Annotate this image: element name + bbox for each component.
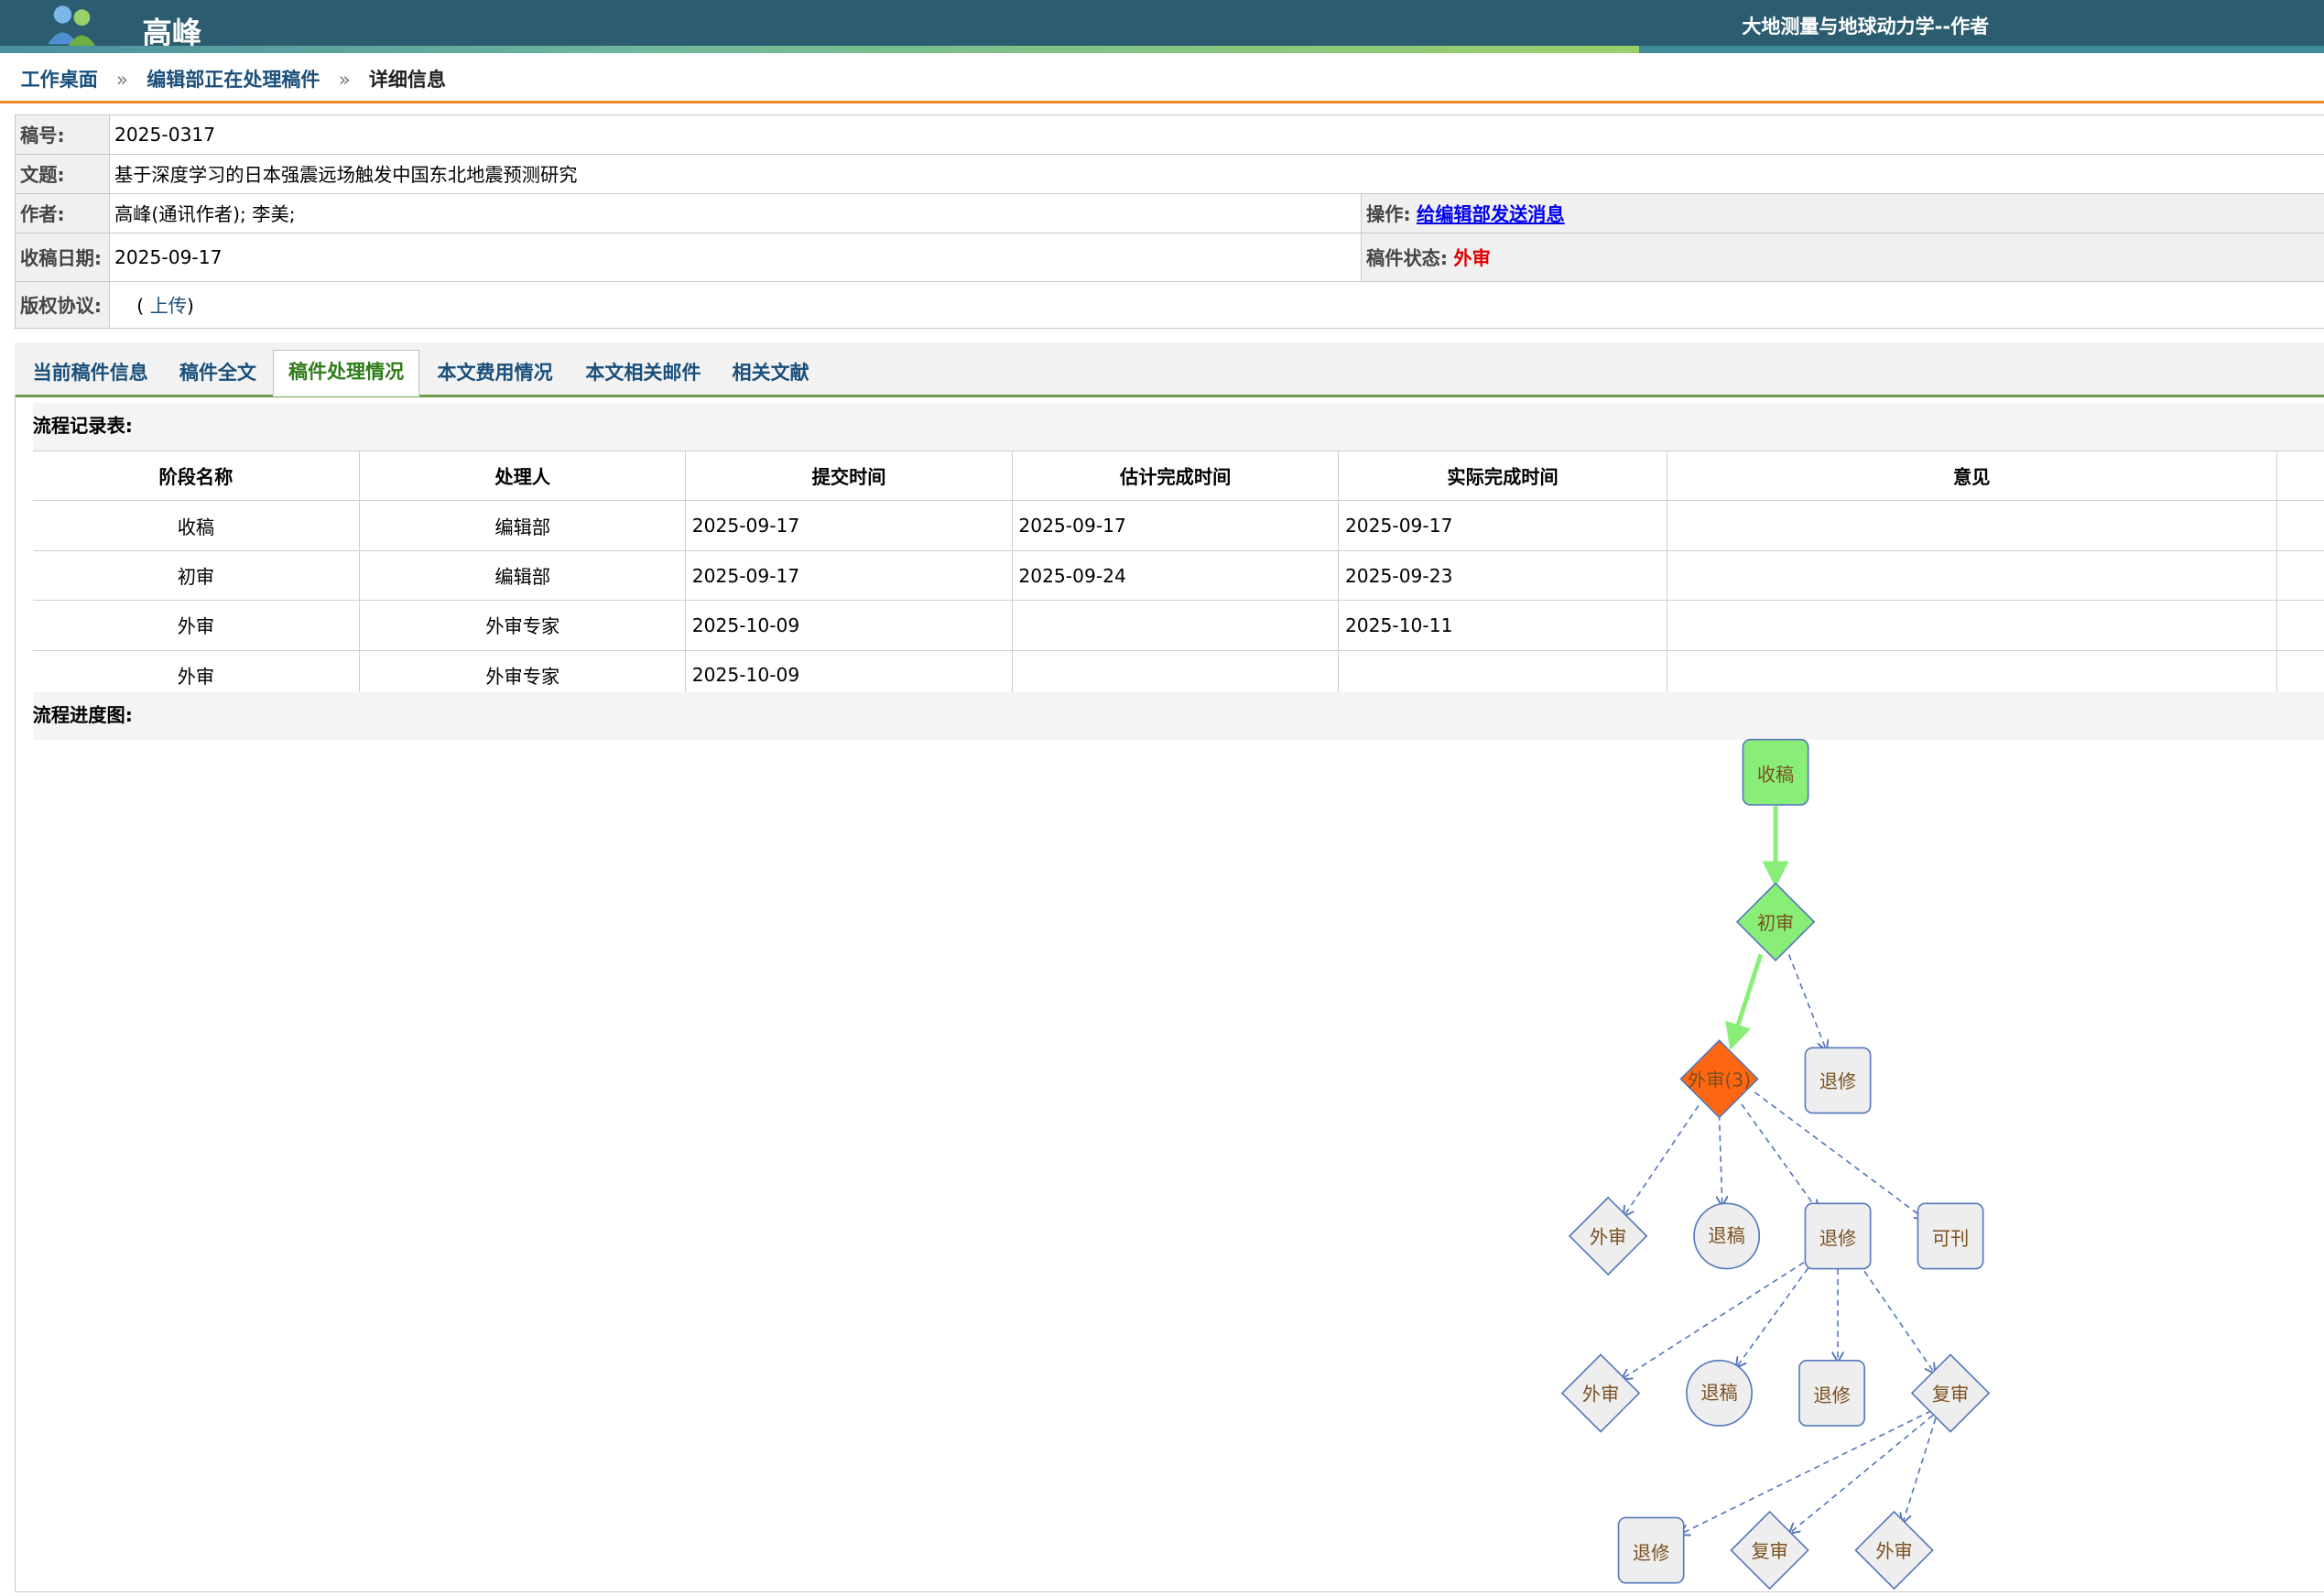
flow-diagram: 收稿 初审 外审(3) 退修 外审 退稿 退修 可刊 外审 退稿 退修 复审 退… xyxy=(1560,738,1991,1591)
node-reject[interactable]: 退稿 xyxy=(1693,1202,1761,1270)
node-label: 初审 xyxy=(1757,912,1794,934)
node-label: 外审 xyxy=(1875,1540,1912,1562)
node-label: 外审(3) xyxy=(1688,1069,1751,1091)
node-label: 收稿 xyxy=(1757,764,1794,786)
page: 高峰 大地测量与地球动力学--作者 工作桌面 » 编辑部正在处理稿件 » 详细信… xyxy=(0,0,2324,1596)
node-label: 退稿 xyxy=(1700,1382,1737,1404)
edge-external-revise xyxy=(1741,1103,1818,1210)
node-publishable[interactable]: 可刊 xyxy=(1917,1202,1984,1270)
node-recheck[interactable]: 复审 xyxy=(1730,1510,1809,1591)
node-reject[interactable]: 退稿 xyxy=(1686,1360,1753,1427)
node-label: 退修 xyxy=(1633,1542,1669,1564)
node-label: 退稿 xyxy=(1708,1224,1744,1246)
node-external[interactable]: 外审 xyxy=(1560,1353,1641,1433)
node-label: 外审 xyxy=(1582,1384,1619,1406)
node-external[interactable]: 外审 xyxy=(1854,1510,1934,1591)
node-revise[interactable]: 退修 xyxy=(1804,1047,1872,1114)
node-revise[interactable]: 退修 xyxy=(1804,1202,1872,1270)
edge-initial-revise xyxy=(1787,954,1826,1049)
node-initial[interactable]: 初审 xyxy=(1735,882,1816,961)
node-revise[interactable]: 退修 xyxy=(1617,1516,1685,1584)
node-revise[interactable]: 退修 xyxy=(1798,1360,1865,1427)
node-label: 退修 xyxy=(1819,1070,1856,1092)
node-label: 复审 xyxy=(1751,1540,1787,1562)
edge-revise-recheck xyxy=(1858,1262,1935,1373)
node-external-current[interactable]: 外审(3) xyxy=(1679,1039,1759,1119)
edge-recheck-external xyxy=(1903,1417,1937,1522)
node-receive[interactable]: 收稿 xyxy=(1742,738,1809,806)
edge-external-external xyxy=(1624,1105,1700,1215)
node-external[interactable]: 外审 xyxy=(1568,1196,1648,1276)
node-label: 退修 xyxy=(1819,1228,1856,1250)
edge-revise-reject xyxy=(1737,1259,1815,1367)
edge-initial-external xyxy=(1725,953,1764,1050)
edge-recheck-recheck xyxy=(1790,1415,1934,1533)
node-label: 复审 xyxy=(1932,1384,1969,1406)
edge-external-reject xyxy=(1720,1114,1722,1205)
node-label: 可刊 xyxy=(1932,1228,1969,1250)
node-label: 退修 xyxy=(1813,1384,1850,1406)
node-recheck[interactable]: 复审 xyxy=(1910,1353,1991,1433)
node-label: 外审 xyxy=(1590,1226,1626,1248)
